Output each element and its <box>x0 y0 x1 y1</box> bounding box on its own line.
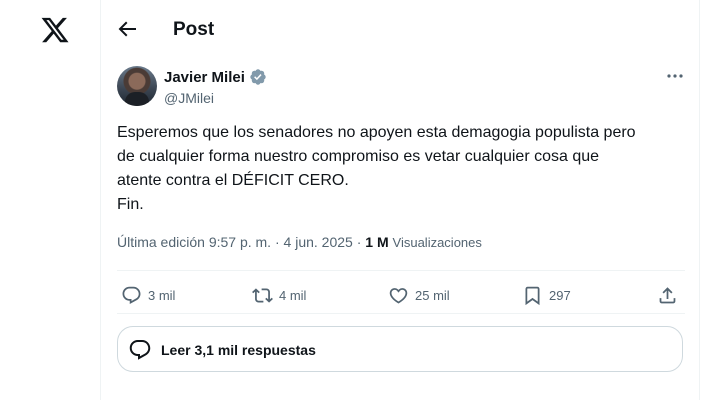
action-bar: 3 mil 4 mil 25 mil 297 <box>117 283 685 307</box>
divider <box>117 270 685 271</box>
repost-icon <box>252 285 273 306</box>
reply-button[interactable]: 3 mil <box>121 283 175 307</box>
more-options-icon[interactable] <box>665 66 685 86</box>
share-icon <box>657 285 678 306</box>
repost-button[interactable]: 4 mil <box>252 283 306 307</box>
read-replies-label: Leer 3,1 mil respuestas <box>161 342 316 358</box>
x-logo-icon[interactable] <box>40 15 70 45</box>
bookmark-icon <box>522 285 543 306</box>
edited-timestamp[interactable]: Última edición 9:57 p. m. <box>117 234 271 250</box>
header: Post <box>101 0 701 58</box>
views-count: 1 M <box>365 234 389 250</box>
meta-separator: · <box>352 234 366 250</box>
author-name[interactable]: Javier Milei <box>164 69 245 86</box>
reply-icon <box>121 285 142 306</box>
post-meta: Última edición 9:57 p. m. · 4 jun. 2025 … <box>117 234 482 250</box>
verified-badge-icon[interactable] <box>249 68 267 86</box>
replies-bubble-icon <box>128 338 152 362</box>
arrow-left-icon[interactable] <box>115 17 139 41</box>
bookmark-button[interactable]: 297 <box>522 283 571 307</box>
views-label: Visualizaciones <box>392 235 482 250</box>
divider <box>117 313 685 314</box>
left-rail <box>0 0 100 400</box>
post-author-row: Javier Milei @JMilei <box>117 64 685 112</box>
bookmark-count: 297 <box>549 287 571 303</box>
heart-icon <box>388 285 409 306</box>
like-count: 25 mil <box>415 287 450 303</box>
meta-separator: · <box>271 234 284 250</box>
read-replies-button[interactable]: Leer 3,1 mil respuestas <box>117 326 683 372</box>
share-button[interactable] <box>657 283 678 307</box>
reply-count: 3 mil <box>148 287 176 303</box>
post-text: Esperemos que los senadores no apoyen es… <box>117 124 636 213</box>
author-handle[interactable]: @JMilei <box>164 90 214 106</box>
page-title: Post <box>173 19 215 40</box>
repost-count: 4 mil <box>279 287 307 303</box>
main-column: Post Javier Milei @JMilei Esperemos que … <box>100 0 700 400</box>
avatar[interactable] <box>117 66 157 106</box>
post-date[interactable]: 4 jun. 2025 <box>284 234 353 250</box>
like-button[interactable]: 25 mil <box>388 283 450 307</box>
